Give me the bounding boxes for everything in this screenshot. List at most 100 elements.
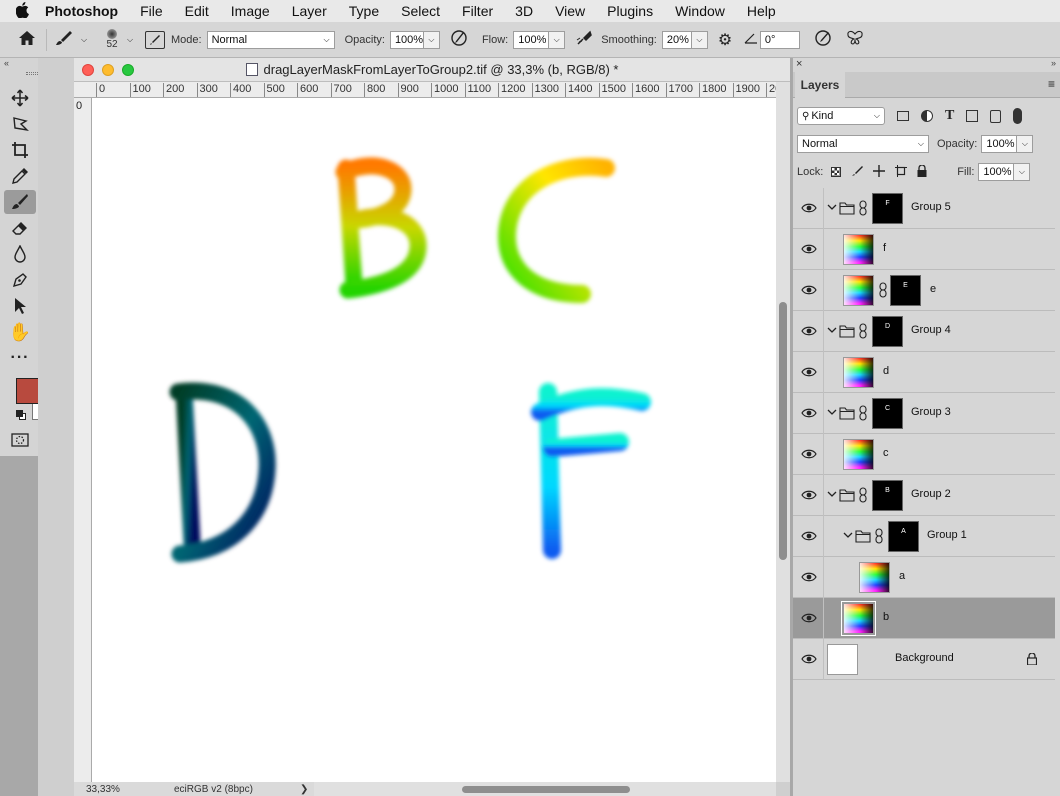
menu-window[interactable]: Window — [664, 3, 736, 19]
path-selection-tool-icon[interactable] — [7, 294, 33, 318]
menu-3d[interactable]: 3D — [504, 3, 544, 19]
minimize-window-button[interactable] — [102, 64, 114, 76]
layer-thumbnail[interactable] — [859, 562, 890, 593]
layer-mask-thumbnail[interactable]: A — [888, 521, 919, 552]
blend-mode-select[interactable]: Normal ⌵ — [797, 135, 929, 153]
zoom-level[interactable]: 33,33% — [74, 784, 134, 795]
link-icon[interactable] — [859, 323, 867, 339]
flow-field[interactable]: 100% — [513, 30, 550, 49]
filter-type-icon[interactable]: T — [945, 108, 954, 124]
eye-icon[interactable] — [801, 242, 817, 256]
layer-mask-thumbnail[interactable]: C — [872, 398, 903, 429]
layer-thumbnail[interactable] — [843, 357, 874, 388]
layer-row-a[interactable]: a — [793, 557, 1055, 598]
pressure-opacity-icon[interactable] — [450, 29, 468, 50]
chevron-down-icon[interactable]: ⌵ — [1017, 135, 1034, 153]
layer-name[interactable]: Group 3 — [911, 406, 951, 418]
layer-row-f[interactable]: f — [793, 229, 1055, 270]
chevron-down-icon[interactable]: ⌵ — [423, 30, 440, 49]
lock-transparent-icon[interactable] — [831, 167, 842, 177]
chevron-down-icon[interactable]: ⌵ — [691, 30, 708, 49]
chevron-down-icon[interactable] — [843, 530, 853, 540]
horizontal-scroll-thumb[interactable] — [462, 786, 630, 793]
eye-icon[interactable] — [801, 283, 817, 297]
pen-tool-icon[interactable] — [7, 268, 33, 292]
opacity-field[interactable]: 100% — [389, 30, 424, 49]
mode-select[interactable]: Normal ⌵ — [206, 30, 335, 49]
lasso-tool-icon[interactable] — [7, 112, 33, 136]
default-colors-icon[interactable] — [16, 410, 26, 420]
eyedropper-tool-icon[interactable] — [7, 164, 33, 188]
layer-mask-thumbnail[interactable]: D — [872, 316, 903, 347]
lock-image-icon[interactable] — [851, 165, 864, 180]
layer-row-b[interactable]: b — [793, 598, 1055, 639]
eye-icon[interactable] — [801, 611, 817, 625]
quick-mask-icon[interactable] — [7, 428, 33, 452]
menu-type[interactable]: Type — [338, 3, 390, 19]
link-icon[interactable] — [859, 487, 867, 503]
filter-kind-select[interactable]: ⚲ Kind ⌵ — [797, 107, 885, 125]
brush-tool-preset-icon[interactable] — [55, 30, 81, 49]
filter-toggle-icon[interactable] — [1013, 108, 1023, 124]
layer-row-e[interactable]: E e — [793, 270, 1055, 311]
brush-size-picker[interactable]: 52 — [97, 29, 127, 50]
smoothing-field[interactable]: 20% — [661, 30, 692, 49]
filter-pixel-icon[interactable] — [897, 111, 909, 121]
layer-mask-thumbnail[interactable]: F — [872, 193, 903, 224]
symmetry-butterfly-icon[interactable] — [846, 30, 866, 49]
layer-row-d[interactable]: d — [793, 352, 1055, 393]
gear-icon[interactable]: ⚙ — [718, 30, 736, 50]
tab-layers[interactable]: Layers — [795, 72, 845, 98]
more-tools-icon[interactable]: ··· — [7, 346, 33, 370]
link-icon[interactable] — [859, 405, 867, 421]
eye-icon[interactable] — [801, 529, 817, 543]
hand-tool-icon[interactable]: ✋ — [7, 320, 33, 344]
canvas[interactable] — [92, 98, 776, 782]
layer-row-background[interactable]: Background — [793, 639, 1055, 680]
zoom-window-button[interactable] — [122, 64, 134, 76]
menu-filter[interactable]: Filter — [451, 3, 504, 19]
layer-name[interactable]: Group 2 — [911, 488, 951, 500]
panel-close-icon[interactable]: × — [796, 58, 802, 70]
chevron-down-icon[interactable]: ⌵ — [81, 35, 91, 45]
chevron-down-icon[interactable] — [827, 325, 837, 335]
layer-name[interactable]: a — [899, 570, 905, 582]
home-icon[interactable] — [18, 30, 38, 49]
layer-name[interactable]: Group 4 — [911, 324, 951, 336]
eye-icon[interactable] — [801, 406, 817, 420]
eye-icon[interactable] — [801, 447, 817, 461]
link-icon[interactable] — [875, 528, 883, 544]
lock-all-icon[interactable] — [917, 163, 927, 180]
eye-icon[interactable] — [801, 570, 817, 584]
close-window-button[interactable] — [82, 64, 94, 76]
vertical-ruler[interactable]: 0 — [74, 98, 92, 782]
document-title-bar[interactable]: dragLayerMaskFromLayerToGroup2.tif @ 33,… — [74, 58, 790, 82]
layer-row-group-2[interactable]: B Group 2 — [793, 475, 1055, 516]
link-icon[interactable] — [879, 282, 887, 298]
layer-name[interactable]: b — [883, 611, 889, 623]
menu-view[interactable]: View — [544, 3, 596, 19]
layer-thumbnail[interactable] — [843, 439, 874, 470]
panel-collapse-icon[interactable]: » — [1051, 58, 1056, 68]
filter-smart-object-icon[interactable] — [990, 109, 1002, 123]
eye-icon[interactable] — [801, 365, 817, 379]
menu-app-name[interactable]: Photoshop — [34, 3, 129, 19]
layer-row-group-4[interactable]: D Group 4 — [793, 311, 1055, 352]
brush-settings-panel-icon[interactable] — [145, 30, 165, 49]
chevron-down-icon[interactable] — [827, 489, 837, 499]
move-tool-icon[interactable] — [7, 86, 33, 110]
vertical-scrollbar[interactable] — [776, 82, 790, 782]
chevron-down-icon[interactable]: ⌵ — [1014, 163, 1031, 181]
status-menu-arrow-icon[interactable]: ❯ — [300, 784, 308, 795]
layer-thumbnail[interactable] — [843, 234, 874, 265]
horizontal-ruler[interactable]: 0 100 200 300 400 500 600 700 800 900 1000 1100 1200… — [74, 82, 776, 98]
layer-name[interactable]: Group 5 — [911, 201, 951, 213]
link-icon[interactable] — [859, 200, 867, 216]
menu-image[interactable]: Image — [220, 3, 281, 19]
panel-menu-icon[interactable]: ≡ — [1048, 77, 1055, 91]
chevron-down-icon[interactable] — [827, 407, 837, 417]
background-thumbnail[interactable] — [827, 644, 858, 675]
menu-file[interactable]: File — [129, 3, 174, 19]
lock-artboard-icon[interactable] — [895, 164, 908, 180]
brush-tool-icon[interactable] — [4, 190, 36, 214]
